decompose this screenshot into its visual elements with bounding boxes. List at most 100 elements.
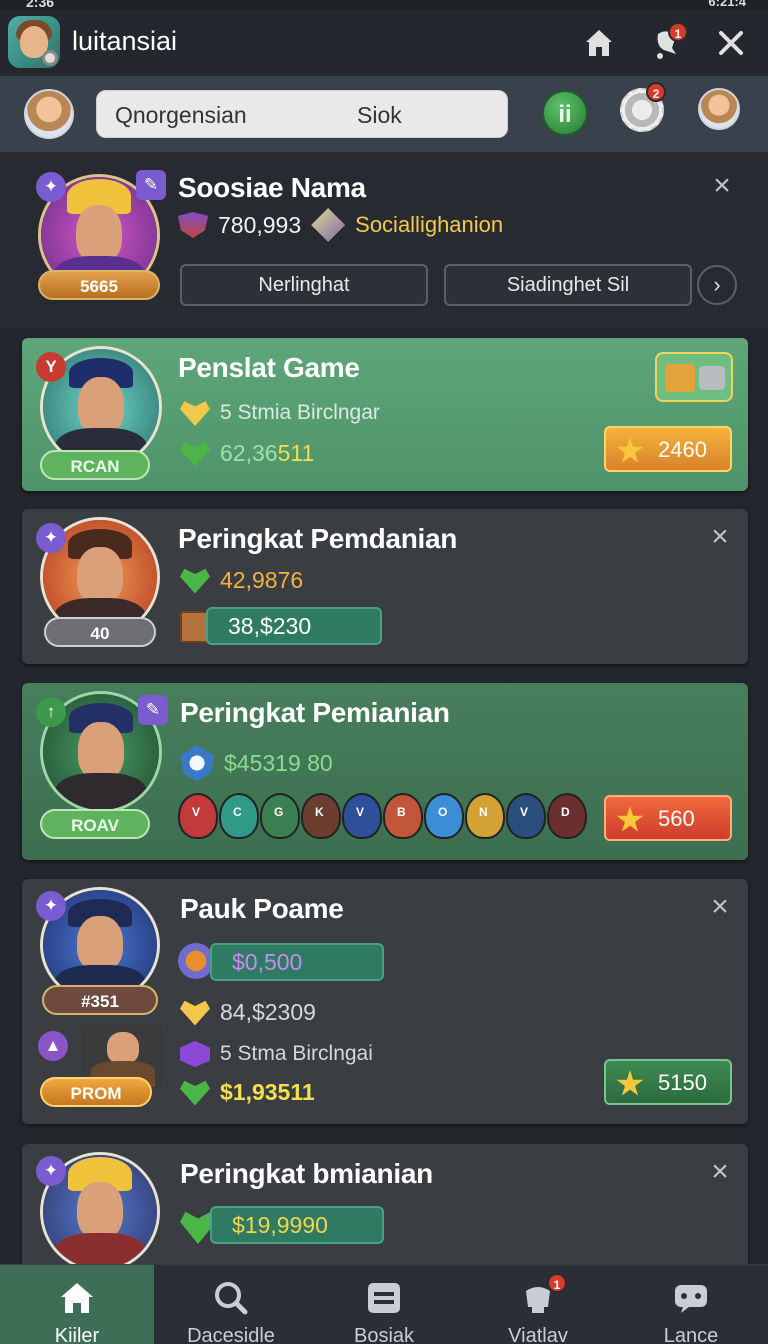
edit-icon[interactable]: ✎	[138, 695, 168, 725]
edit-icon[interactable]: ✎	[136, 170, 166, 200]
game-card-4[interactable]: ✦ #351 ▲ PROM Pauk Poame $0,500 84,$2309…	[22, 879, 748, 1124]
nav-item-list[interactable]: Bosiak	[307, 1265, 461, 1344]
title-bar: luitansiai 1	[0, 10, 768, 76]
hero-roster: V C G K V B O N V D	[178, 793, 587, 839]
app-icon[interactable]	[8, 16, 60, 68]
reward-button[interactable]: 2460	[604, 426, 732, 472]
nav-item-chat[interactable]: Lance	[614, 1265, 768, 1344]
hero-icon[interactable]: O	[424, 793, 464, 839]
bottom-nav: Kiiler Dacesidle Bosiak 1 Viatlav Lance	[0, 1264, 768, 1344]
card-title: Peringkat Pemianian	[180, 697, 450, 728]
game-card-5[interactable]: ✦ Peringkat bmianian $19,9990 ×	[22, 1144, 748, 1272]
reward-value: 2460	[658, 437, 707, 462]
card-value: 62,36	[220, 440, 278, 466]
card-pill: ROAV	[40, 809, 150, 839]
star-icon	[616, 437, 644, 463]
list-icon	[368, 1283, 400, 1313]
card-value: $45319 80	[224, 749, 333, 776]
card-value2-row: 84,$2309	[180, 999, 316, 1026]
game-card-1[interactable]: Y RCAN Penslat Game 5 Stmia Birclngar 62…	[22, 338, 748, 491]
nav-item-home[interactable]: Kiiler	[0, 1265, 154, 1344]
card-value-highlight: 511	[277, 440, 315, 466]
status-icons: 6:21:4	[708, 0, 746, 9]
hero-icon[interactable]: V	[342, 793, 382, 839]
game-card-3[interactable]: ↑ ✎ ROAV Peringkat Pemianian $45319 80 V…	[22, 683, 748, 860]
card-pill: RCAN	[40, 450, 150, 480]
card-title: Peringkat Pemdanian	[178, 523, 458, 554]
search-input[interactable]: Qnorgensian Siok	[96, 90, 508, 138]
home-icon[interactable]	[580, 24, 618, 62]
card-title: Penslat Game	[178, 352, 360, 383]
star-badge-icon: ✦	[36, 891, 66, 921]
card-value-row: 62,36511	[180, 440, 314, 467]
shield-icon	[178, 212, 208, 238]
settings-badge: 2	[646, 82, 666, 102]
nav-badge: 1	[547, 1273, 567, 1293]
pause-button[interactable]: ii	[542, 90, 588, 136]
chat-icon	[675, 1285, 707, 1313]
reward-button[interactable]: 560	[604, 795, 732, 841]
hero-icon[interactable]: B	[383, 793, 423, 839]
gold-heart-icon	[180, 1000, 210, 1026]
close-icon[interactable]	[712, 24, 750, 62]
green-heart-icon	[180, 568, 210, 594]
card-value1: 42,9876	[220, 567, 304, 593]
card-value2: 38,$230	[206, 607, 382, 645]
app-title: luitansiai	[72, 26, 178, 56]
profile-score-row: 780,993 Sociallighanion	[178, 208, 503, 242]
close-icon[interactable]: ×	[708, 171, 736, 201]
star-badge-icon: ✦	[36, 523, 66, 553]
card-value: $19,9990	[210, 1206, 384, 1244]
friend-avatar[interactable]	[698, 88, 740, 130]
user-avatar[interactable]	[24, 89, 74, 139]
nav-label: Viatlav	[508, 1325, 568, 1344]
siadinghet-button[interactable]: Siadinghet Sil	[444, 264, 692, 306]
card-value-row: $45319 80	[180, 745, 333, 781]
green-heart-icon	[180, 1080, 210, 1106]
reward-value: 560	[658, 806, 695, 831]
green-heart-icon	[180, 441, 210, 467]
card-line3-row: 5 Stma Birclngai	[180, 1041, 373, 1067]
alert-badge-icon: Y	[36, 352, 66, 382]
nerlinghat-button[interactable]: Nerlinghat	[180, 264, 428, 306]
hero-icon[interactable]: K	[301, 793, 341, 839]
settings-gear-icon[interactable]: 2	[620, 82, 666, 132]
notifications-icon[interactable]: 1	[648, 22, 688, 62]
hero-icon[interactable]: V	[178, 793, 218, 839]
card-value1: $0,500	[210, 943, 384, 981]
level-pill: 5665	[38, 270, 160, 300]
hero-icon[interactable]: N	[465, 793, 505, 839]
rank-icon	[178, 943, 214, 979]
home-icon	[61, 1283, 93, 1313]
close-icon[interactable]: ×	[706, 892, 734, 922]
chevron-right-icon[interactable]: ›	[697, 265, 737, 305]
search-bar: Qnorgensian Siok ii 2	[0, 76, 768, 152]
card-line3: 5 Stma Birclngai	[220, 1042, 373, 1065]
nav-item-activity[interactable]: 1 Viatlav	[461, 1265, 615, 1344]
close-icon[interactable]: ×	[706, 1157, 734, 1187]
reward-value: 5150	[658, 1070, 707, 1095]
star-icon	[616, 806, 644, 832]
status-bar: 2:36 6:21:4	[0, 0, 768, 10]
gold-heart-icon	[180, 401, 210, 426]
profile-score: 780,993	[218, 211, 302, 238]
hero-icon[interactable]: C	[219, 793, 259, 839]
card-pill2: PROM	[40, 1077, 152, 1107]
card-value1-row: 42,9876	[180, 567, 303, 594]
search-icon	[215, 1282, 248, 1315]
hero-icon[interactable]: V	[506, 793, 546, 839]
level-up-badge-icon: ↑	[36, 697, 66, 727]
game-card-2[interactable]: ✦ 40 Peringkat Pemdanian 42,9876 38,$230…	[22, 509, 748, 664]
gem-icon	[311, 208, 346, 242]
nav-item-search[interactable]: Dacesidle	[154, 1265, 308, 1344]
search-right-text: Siok	[357, 102, 402, 128]
card-title: Peringkat bmianian	[180, 1158, 433, 1189]
card-pill1: #351	[42, 985, 158, 1015]
close-icon[interactable]: ×	[706, 522, 734, 552]
loot-chest-icon[interactable]	[655, 352, 733, 402]
reward-button[interactable]: 5150	[604, 1059, 732, 1105]
profile-header: ✦ ✎ 5665 Soosiae Nama 780,993 Socialligh…	[0, 152, 768, 328]
hero-icon[interactable]: G	[260, 793, 300, 839]
card-pill: 40	[44, 617, 156, 647]
hero-icon[interactable]: D	[547, 793, 587, 839]
